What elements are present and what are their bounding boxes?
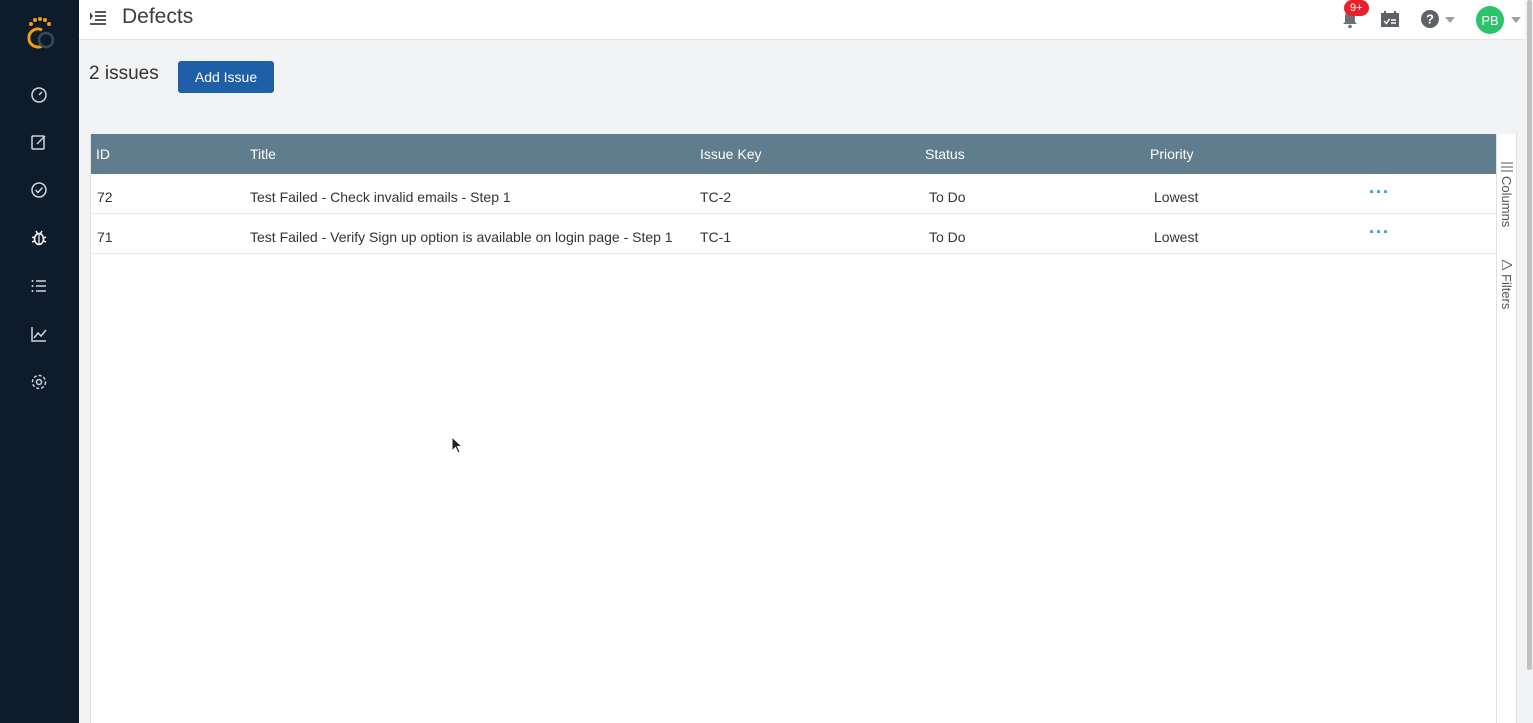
column-header-id[interactable]: ID (96, 146, 110, 162)
columns-tab-label: Columns (1499, 176, 1514, 228)
issue-count: 2 issues (89, 63, 159, 84)
cell-priority: Lowest (1154, 189, 1199, 205)
page-scrollbar-thumb[interactable] (1527, 0, 1532, 670)
mouse-cursor-icon (451, 436, 463, 454)
nav-test-cases[interactable] (25, 128, 53, 156)
grid-side-panel: Columns Filters (1496, 134, 1517, 723)
calendar-check-icon (1381, 11, 1399, 27)
cell-issue-key[interactable]: TC-2 (700, 189, 731, 205)
nav-requirements[interactable] (25, 272, 53, 300)
cell-issue-key[interactable]: TC-1 (700, 229, 731, 245)
column-header-issue-key[interactable]: Issue Key (700, 146, 761, 162)
sidebar (0, 0, 79, 723)
column-header-title[interactable]: Title (250, 146, 276, 162)
filter-icon (1501, 260, 1512, 270)
filters-tab-label: Filters (1499, 274, 1514, 310)
gauge-icon (31, 87, 47, 103)
cell-status: To Do (929, 189, 966, 205)
table-row[interactable]: 72 Test Failed - Check invalid emails - … (91, 174, 1497, 214)
cell-status: To Do (929, 229, 966, 245)
issues-table: ID Title Issue Key Status Priority 72 Te… (90, 134, 1497, 723)
row-actions-menu[interactable]: ··· (1369, 182, 1390, 203)
bug-icon (31, 230, 47, 246)
page-title: Defects (122, 5, 194, 28)
calendar-button[interactable] (1380, 8, 1400, 30)
nav-test-runs[interactable] (25, 176, 53, 204)
cell-id: 71 (97, 229, 113, 245)
nav-reports[interactable] (25, 320, 53, 348)
user-avatar[interactable]: PB (1476, 6, 1504, 34)
app-logo[interactable] (22, 16, 58, 50)
edit-icon (31, 135, 46, 150)
menu-toggle-icon[interactable] (88, 8, 108, 28)
cell-id: 72 (97, 189, 113, 205)
help-button[interactable]: ? (1420, 8, 1440, 30)
svg-text:?: ? (1426, 12, 1434, 27)
row-actions-menu[interactable]: ··· (1369, 222, 1390, 243)
notification-badge: 9+ (1344, 0, 1369, 16)
nav-settings[interactable] (25, 368, 53, 396)
cell-title[interactable]: Test Failed - Check invalid emails - Ste… (250, 189, 511, 205)
check-circle-icon (31, 182, 47, 198)
chart-icon (31, 327, 47, 342)
user-dropdown-caret[interactable] (1511, 17, 1521, 23)
add-issue-button[interactable]: Add Issue (178, 61, 274, 93)
cell-title[interactable]: Test Failed - Verify Sign up option is a… (250, 229, 673, 245)
columns-tab[interactable]: Columns (1499, 162, 1514, 227)
column-header-priority[interactable]: Priority (1150, 146, 1194, 162)
gear-icon (31, 374, 47, 390)
help-dropdown-caret[interactable] (1445, 17, 1455, 23)
columns-icon (1500, 162, 1513, 172)
table-row[interactable]: 71 Test Failed - Verify Sign up option i… (91, 214, 1497, 254)
help-icon: ? (1421, 10, 1439, 28)
top-bar: Defects 9+ ? PB (79, 0, 1533, 40)
column-header-status[interactable]: Status (925, 146, 965, 162)
filters-tab[interactable]: Filters (1499, 260, 1514, 309)
cell-priority: Lowest (1154, 229, 1199, 245)
nav-dashboard[interactable] (25, 80, 53, 108)
table-header: ID Title Issue Key Status Priority (91, 134, 1497, 174)
list-icon (31, 280, 46, 292)
nav-defects[interactable] (25, 224, 53, 252)
